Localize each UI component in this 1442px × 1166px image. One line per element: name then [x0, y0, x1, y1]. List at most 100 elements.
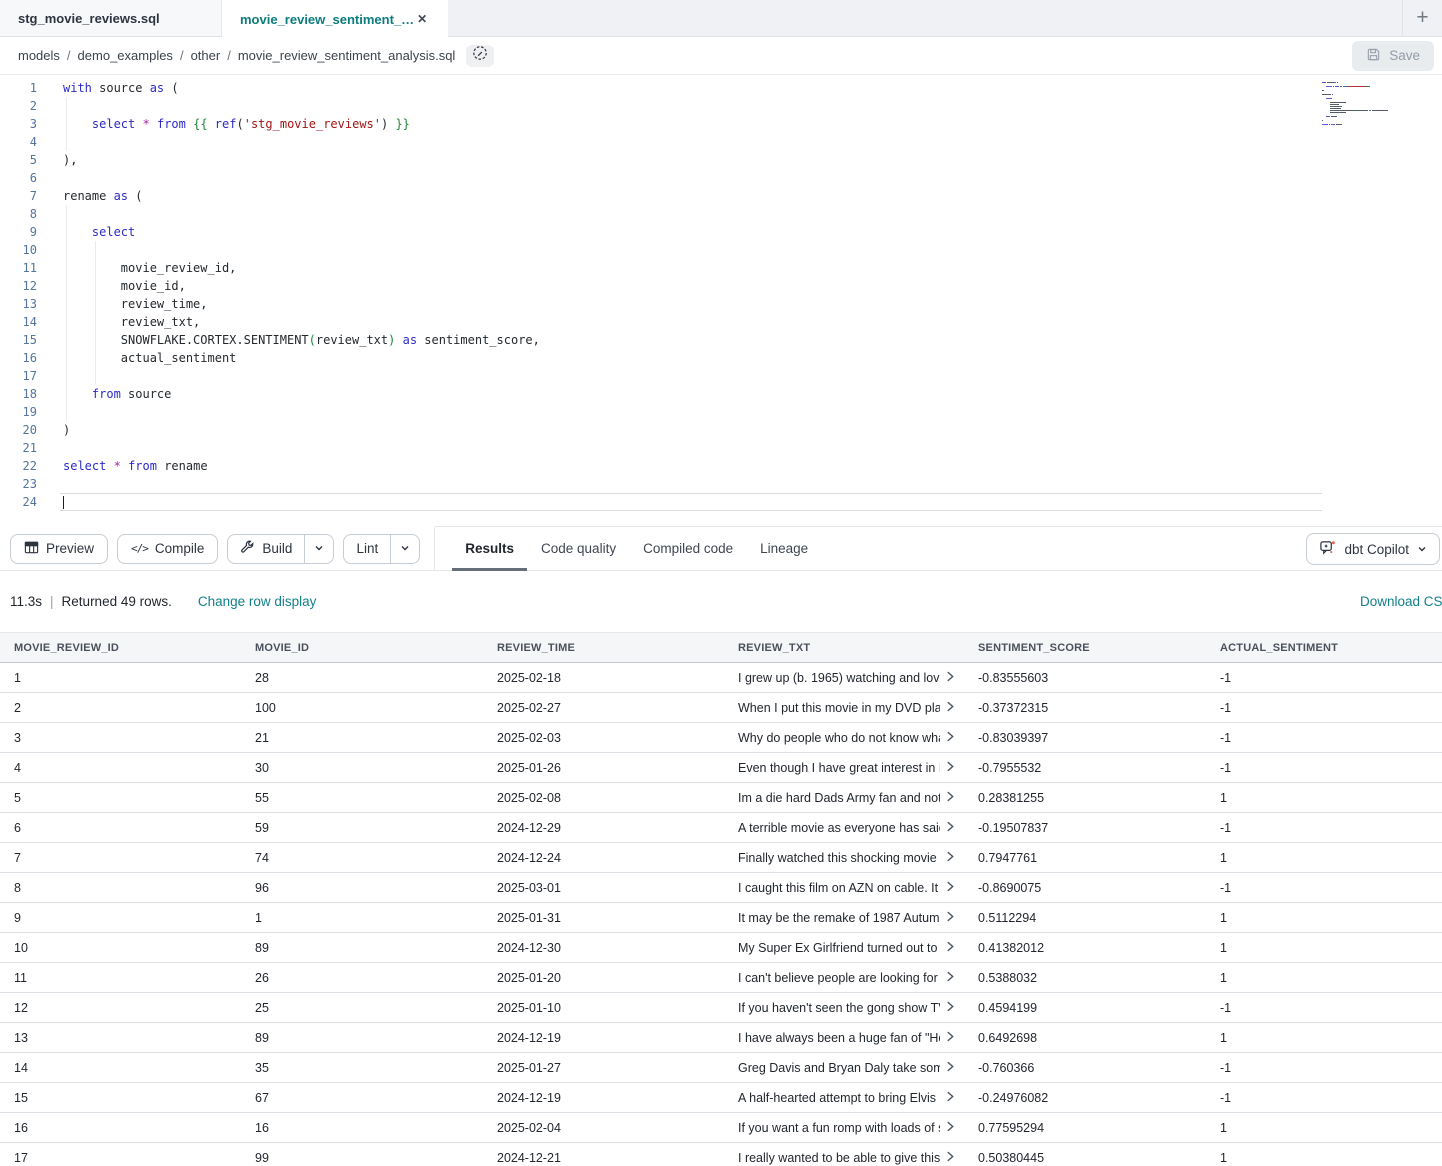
code-line[interactable]: 5),: [0, 151, 1442, 169]
tab-stg-movie-reviews[interactable]: stg_movie_reviews.sql: [0, 0, 222, 36]
code-line[interactable]: 2: [0, 97, 1442, 115]
save-button[interactable]: Save: [1352, 41, 1434, 71]
code-line[interactable]: 6: [0, 169, 1442, 187]
review-text: A terrible movie as everyone has said. …: [738, 821, 940, 835]
cell-movie-review-id: 6: [0, 813, 241, 843]
new-tab-button[interactable]: +: [1402, 0, 1442, 36]
chevron-right-icon: [946, 940, 955, 955]
change-row-display-link[interactable]: Change row display: [198, 594, 317, 609]
code-text: [60, 475, 63, 493]
chevron-right-icon: [946, 1030, 955, 1045]
column-header-review-time[interactable]: REVIEW_TIME: [483, 633, 724, 663]
tab-code-quality[interactable]: Code quality: [541, 527, 616, 571]
expand-cell-button[interactable]: [942, 910, 958, 926]
lint-options-caret[interactable]: [390, 535, 419, 563]
expand-cell-button[interactable]: [942, 1030, 958, 1046]
expand-cell-button[interactable]: [942, 970, 958, 986]
code-line[interactable]: 14 review_txt,: [0, 313, 1442, 331]
chevron-right-icon: [946, 1090, 955, 1105]
expand-cell-button[interactable]: [942, 1150, 958, 1166]
compile-button[interactable]: </> Compile: [117, 534, 218, 564]
code-text: select * from {{ ref('stg_movie_reviews'…: [60, 115, 410, 133]
sql-code-editor[interactable]: 1with source as (23 select * from {{ ref…: [0, 75, 1442, 527]
expand-cell-button[interactable]: [942, 1060, 958, 1076]
close-tab-icon[interactable]: ✕: [414, 10, 430, 28]
expand-cell-button[interactable]: [942, 1090, 958, 1106]
expand-cell-button[interactable]: [942, 790, 958, 806]
build-button[interactable]: Build: [228, 535, 304, 563]
review-text: If you want a fun romp with loads of s…: [738, 1121, 940, 1135]
column-header-sentiment-score[interactable]: SENTIMENT_SCORE: [964, 633, 1206, 663]
minimap[interactable]: [1322, 82, 1402, 130]
column-header-review-txt[interactable]: REVIEW_TXT: [724, 633, 964, 663]
code-line[interactable]: 8: [0, 205, 1442, 223]
table-row: 21002025-02-27When I put this movie in m…: [0, 693, 1442, 723]
expand-cell-button[interactable]: [942, 850, 958, 866]
code-line[interactable]: 10: [0, 241, 1442, 259]
tab-lineage[interactable]: Lineage: [760, 527, 808, 571]
cell-review-txt: Even though I have great interest in Bi…: [724, 753, 964, 783]
code-line[interactable]: 16 actual_sentiment: [0, 349, 1442, 367]
preview-button[interactable]: Preview: [10, 534, 108, 564]
copilot-edit-button[interactable]: [466, 45, 494, 67]
tab-movie-review-sentiment[interactable]: movie_review_sentiment_… ✕: [222, 0, 448, 38]
cell-review-txt: Finally watched this shocking movie la…: [724, 843, 964, 873]
code-line[interactable]: 1with source as (: [0, 79, 1442, 97]
code-line[interactable]: 7rename as (: [0, 187, 1442, 205]
cell-movie-review-id: 17: [0, 1143, 241, 1166]
code-text: [60, 439, 63, 457]
code-line[interactable]: 19: [0, 403, 1442, 421]
table-row: 11262025-01-20I can't believe people are…: [0, 963, 1442, 993]
tab-results[interactable]: Results: [465, 527, 514, 571]
expand-cell-button[interactable]: [942, 730, 958, 746]
lint-button[interactable]: Lint: [344, 535, 390, 563]
cell-review-txt: When I put this movie in my DVD playe…: [724, 693, 964, 723]
expand-cell-button[interactable]: [942, 1120, 958, 1136]
download-csv-link[interactable]: Download CSV: [1360, 594, 1442, 609]
chevron-right-icon: [946, 910, 955, 925]
expand-cell-button[interactable]: [942, 700, 958, 716]
expand-cell-button[interactable]: [942, 820, 958, 836]
ide-window: stg_movie_reviews.sql movie_review_senti…: [0, 0, 1442, 1166]
code-line[interactable]: 11 movie_review_id,: [0, 259, 1442, 277]
code-line[interactable]: 3 select * from {{ ref('stg_movie_review…: [0, 115, 1442, 133]
dbt-copilot-button[interactable]: dbt Copilot: [1306, 533, 1440, 565]
tab-compiled-code[interactable]: Compiled code: [643, 527, 733, 571]
code-line[interactable]: 12 movie_id,: [0, 277, 1442, 295]
cell-movie-id: 67: [241, 1083, 483, 1113]
cell-movie-review-id: 16: [0, 1113, 241, 1143]
expand-cell-button[interactable]: [942, 1000, 958, 1016]
table-body: 1282025-02-18I grew up (b. 1965) watchin…: [0, 663, 1442, 1166]
expand-cell-button[interactable]: [942, 670, 958, 686]
code-line[interactable]: 4: [0, 133, 1442, 151]
column-header-movie-review-id[interactable]: MOVIE_REVIEW_ID: [0, 633, 241, 663]
line-number: 2: [0, 99, 37, 113]
code-line[interactable]: 13 review_time,: [0, 295, 1442, 313]
code-line[interactable]: 17: [0, 367, 1442, 385]
code-line[interactable]: 23: [0, 475, 1442, 493]
build-button-label: Build: [262, 541, 292, 556]
code-line[interactable]: 24: [0, 493, 1442, 511]
code-text: movie_id,: [60, 277, 186, 295]
cell-sentiment-score: -0.7955532: [964, 753, 1206, 783]
code-line[interactable]: 18 from source: [0, 385, 1442, 403]
column-header-actual-sentiment[interactable]: ACTUAL_SENTIMENT: [1206, 633, 1442, 663]
cell-review-time: 2024-12-24: [483, 843, 724, 873]
column-header-movie-id[interactable]: MOVIE_ID: [241, 633, 483, 663]
expand-cell-button[interactable]: [942, 760, 958, 776]
code-text: rename as (: [60, 187, 142, 205]
code-line[interactable]: 20): [0, 421, 1442, 439]
code-line[interactable]: 21: [0, 439, 1442, 457]
code-line[interactable]: 15 SNOWFLAKE.CORTEX.SENTIMENT(review_txt…: [0, 331, 1442, 349]
table-row: 13892024-12-19I have always been a huge …: [0, 1023, 1442, 1053]
build-options-caret[interactable]: [304, 535, 333, 563]
review-text: I caught this film on AZN on cable. It s…: [738, 881, 940, 895]
review-text: I grew up (b. 1965) watching and lovin…: [738, 671, 940, 685]
cell-sentiment-score: -0.760366: [964, 1053, 1206, 1083]
cell-sentiment-score: 0.77595294: [964, 1113, 1206, 1143]
code-line[interactable]: 9 select: [0, 223, 1442, 241]
expand-cell-button[interactable]: [942, 940, 958, 956]
line-number: 23: [0, 477, 37, 491]
code-line[interactable]: 22select * from rename: [0, 457, 1442, 475]
expand-cell-button[interactable]: [942, 880, 958, 896]
